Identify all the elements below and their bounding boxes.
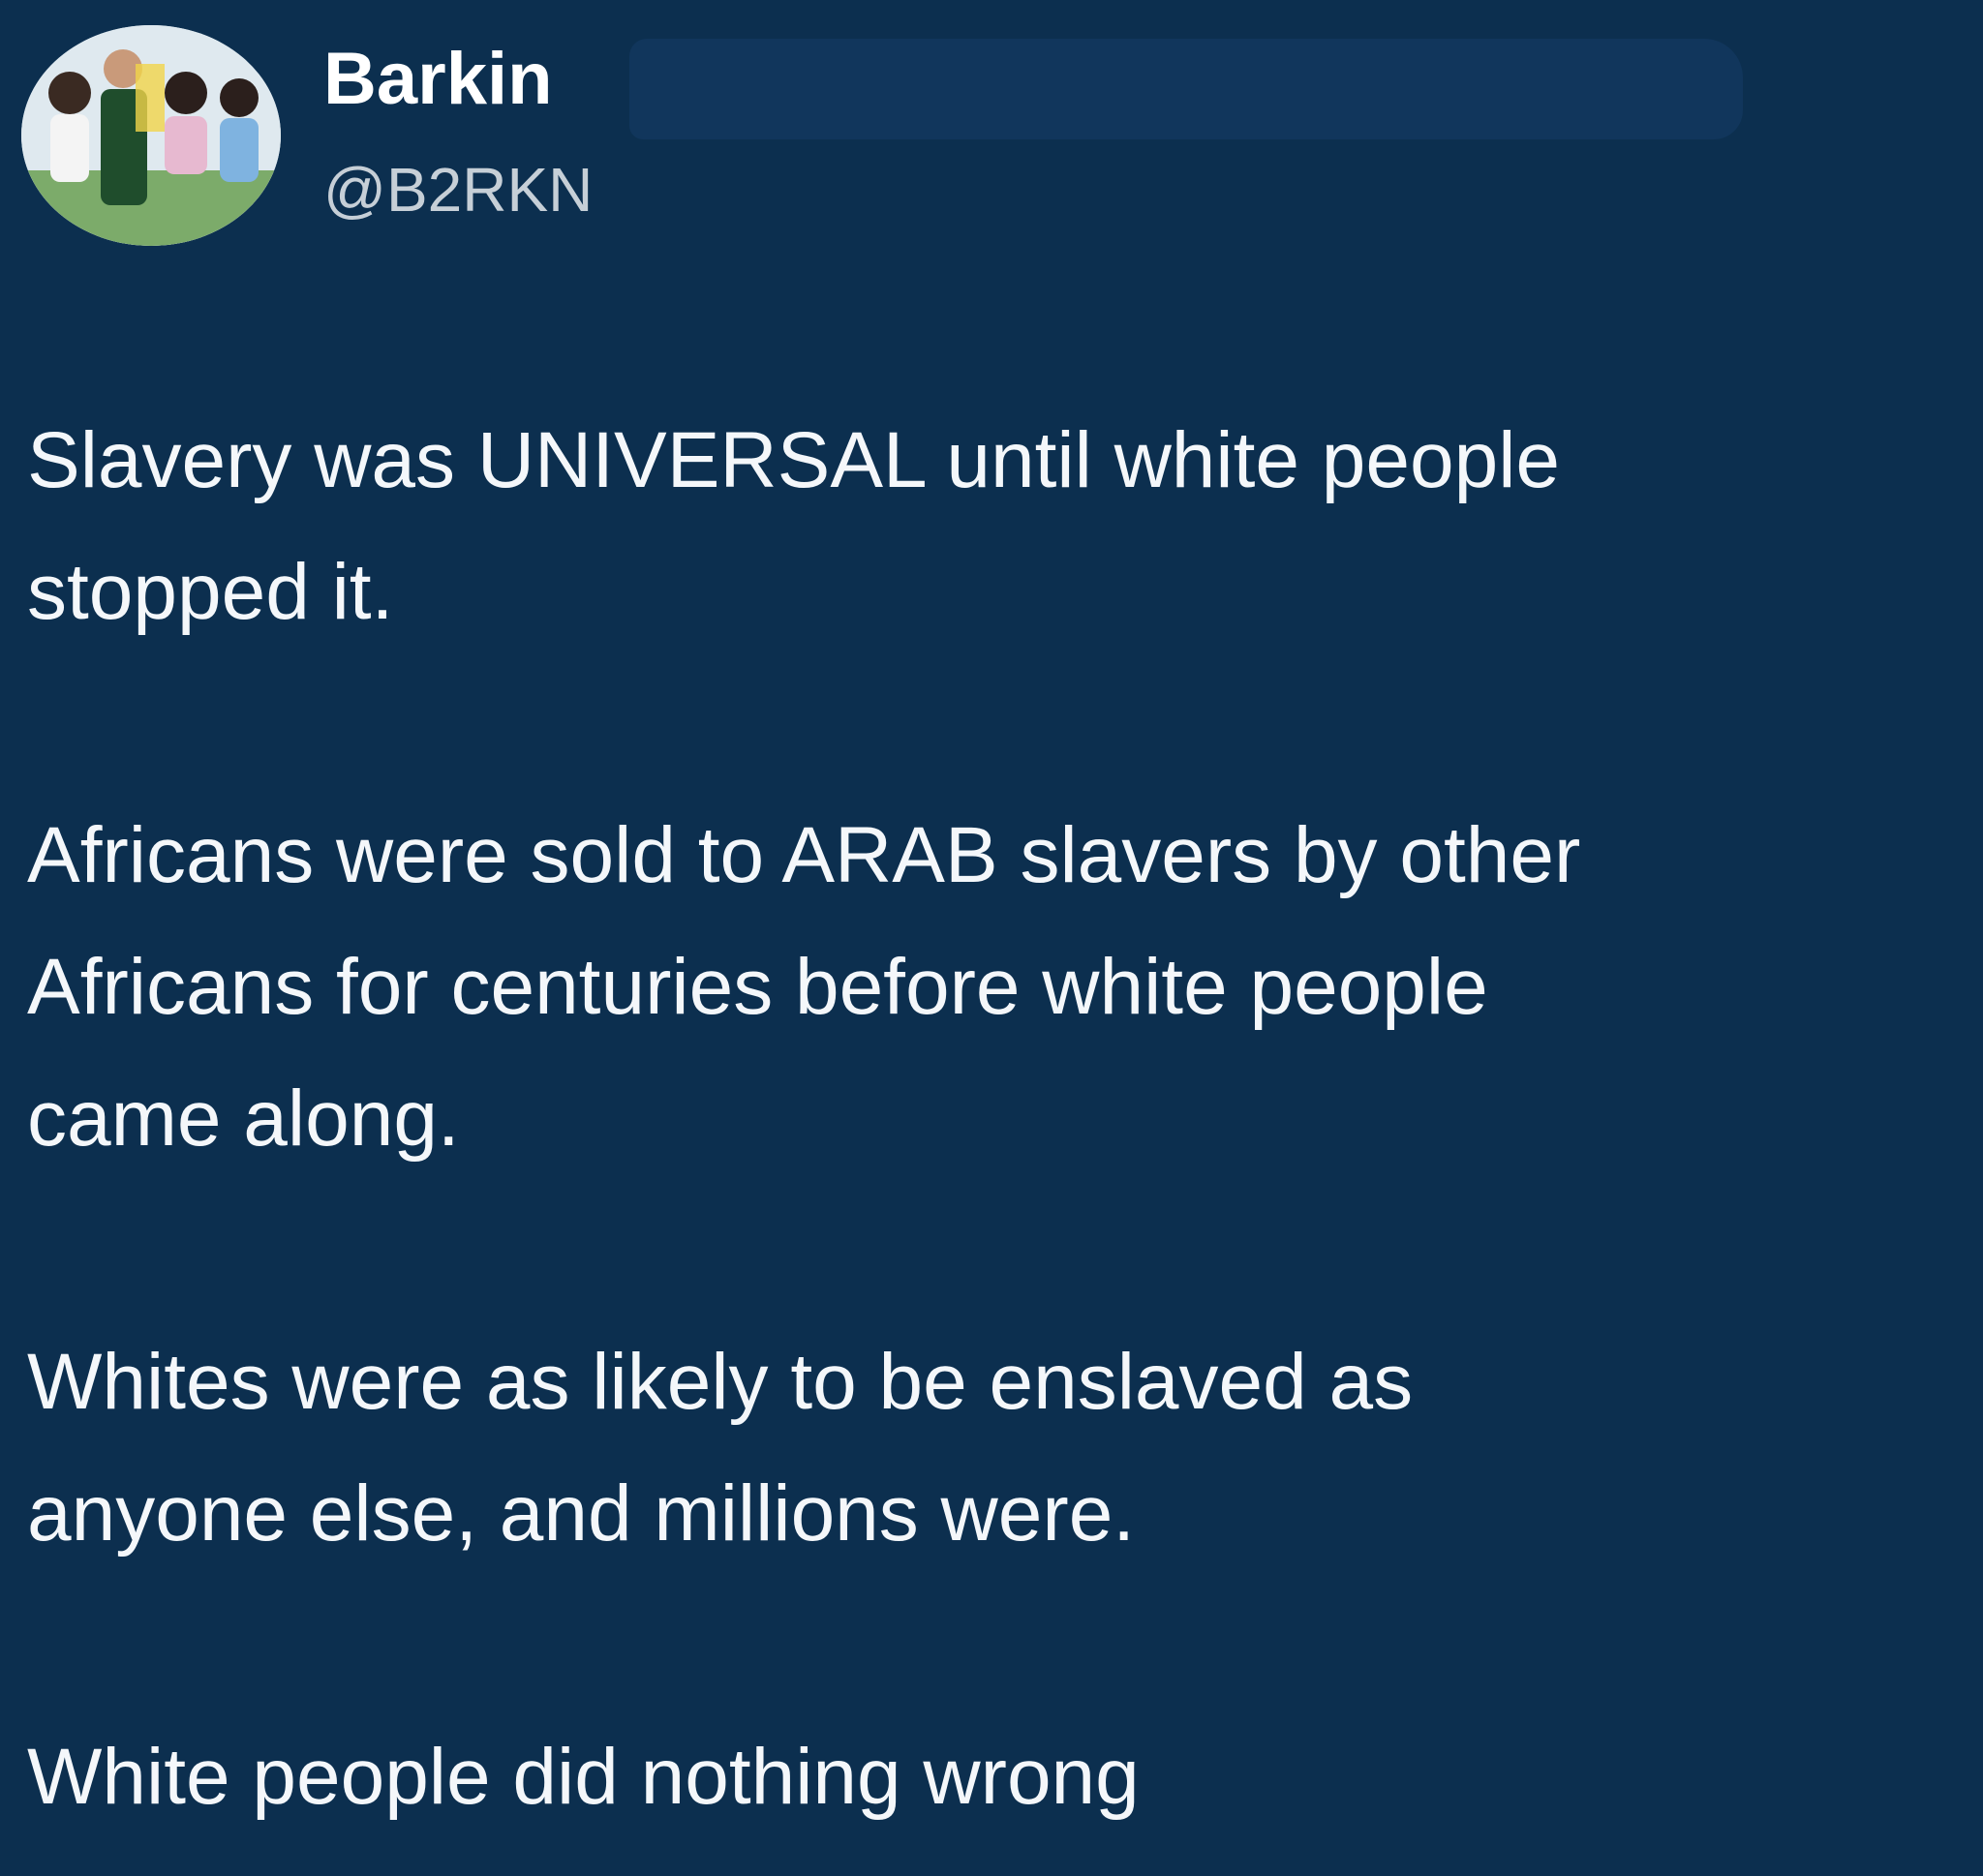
redaction-overlay bbox=[629, 39, 1743, 139]
avatar-photo-icon bbox=[21, 25, 281, 246]
tweet-paragraph: Slavery was UNIVERSAL until white people… bbox=[27, 416, 1561, 636]
tweet-card: Barkin @B2RKN Slavery was UNIVERSAL unti… bbox=[0, 0, 1983, 1876]
display-name[interactable]: Barkin bbox=[323, 43, 553, 116]
tweet-body: Slavery was UNIVERSAL until white people… bbox=[27, 395, 1954, 1843]
avatar[interactable] bbox=[21, 25, 281, 246]
tweet-paragraph: Whites were as likely to be enslaved as … bbox=[27, 1338, 1414, 1558]
tweet-paragraph: Africans were sold to ARAB slavers by ot… bbox=[27, 811, 1581, 1163]
user-handle[interactable]: @B2RKN bbox=[323, 159, 593, 221]
tweet-header: Barkin @B2RKN bbox=[21, 21, 1861, 246]
tweet-paragraph: White people did nothing wrong bbox=[27, 1733, 1140, 1821]
